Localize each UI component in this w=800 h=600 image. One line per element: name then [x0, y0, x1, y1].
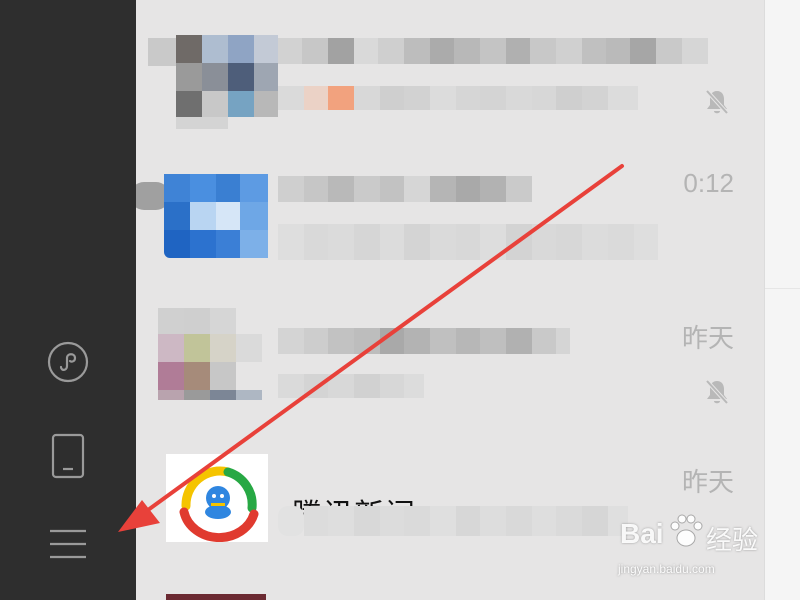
chat-preview-redacted: [278, 374, 424, 398]
tencent-news-logo: [166, 454, 268, 542]
chat-preview-redacted: [278, 506, 628, 536]
chat-time: 昨天: [681, 323, 734, 353]
chat-name-redacted: [278, 328, 570, 354]
mute-icon: [704, 378, 730, 410]
chat-preview-redacted: [278, 224, 658, 260]
mute-icon: [704, 88, 730, 120]
chat-item[interactable]: 昨天: [136, 290, 764, 430]
avatar: [148, 30, 278, 130]
avatar: [166, 594, 266, 600]
chat-item[interactable]: 0:12: [136, 140, 764, 280]
sidebar: [0, 0, 136, 600]
mini-program-icon[interactable]: [44, 338, 92, 386]
chat-time: 昨天: [681, 467, 734, 497]
chat-preview-redacted: [278, 86, 638, 110]
chat-name-redacted: [278, 176, 546, 202]
avatar: [158, 308, 276, 400]
chat-item[interactable]: [136, 594, 764, 600]
chat-time: 0:12: [683, 168, 734, 198]
chat-list: 0:12 昨天 昨天: [136, 0, 764, 600]
phone-icon[interactable]: [44, 432, 92, 480]
right-pane: [764, 0, 800, 600]
avatar: [136, 170, 280, 262]
chat-item[interactable]: [136, 0, 764, 138]
chat-item-tencent-news[interactable]: 腾讯新闻 昨天: [136, 434, 764, 574]
chat-name-redacted: [278, 38, 708, 64]
menu-icon[interactable]: [44, 520, 92, 568]
